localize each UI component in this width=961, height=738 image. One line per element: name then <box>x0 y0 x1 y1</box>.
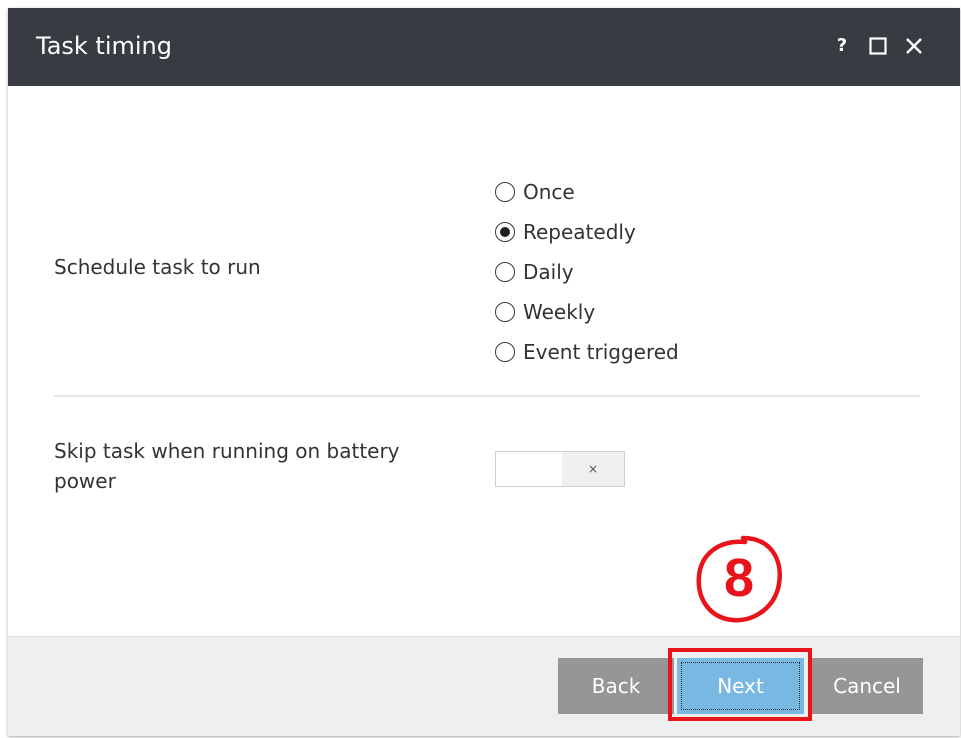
title-bar: Task timing ? <box>8 8 960 86</box>
back-button[interactable]: Back <box>558 658 674 714</box>
step-circle-icon <box>696 535 782 623</box>
radio-button-icon[interactable] <box>495 302 515 322</box>
battery-skip-toggle[interactable]: × <box>495 451 625 487</box>
step-number: 8 <box>723 548 755 608</box>
radio-button-icon[interactable] <box>495 342 515 362</box>
radio-once[interactable]: Once <box>495 172 679 212</box>
radio-label: Event triggered <box>523 340 679 364</box>
radio-weekly[interactable]: Weekly <box>495 292 679 332</box>
section-divider <box>54 395 920 397</box>
dialog-title: Task timing <box>36 32 172 60</box>
toggle-off-icon: × <box>562 452 624 486</box>
radio-label: Repeatedly <box>523 220 636 244</box>
schedule-radio-group: Once Repeatedly Daily Weekly Event trigg… <box>495 172 679 372</box>
radio-button-icon[interactable] <box>495 182 515 202</box>
next-button[interactable]: Next <box>677 658 804 714</box>
battery-skip-label: Skip task when running on battery power <box>54 439 400 493</box>
maximize-button[interactable] <box>862 30 894 62</box>
radio-button-checked-icon[interactable] <box>495 222 515 242</box>
radio-event-triggered[interactable]: Event triggered <box>495 332 679 372</box>
help-button[interactable]: ? <box>826 30 858 62</box>
radio-label: Once <box>523 180 575 204</box>
schedule-label: Schedule task to run <box>54 255 261 279</box>
radio-daily[interactable]: Daily <box>495 252 679 292</box>
cancel-button[interactable]: Cancel <box>811 658 923 714</box>
radio-repeatedly[interactable]: Repeatedly <box>495 212 679 252</box>
close-icon <box>906 38 922 54</box>
maximize-icon <box>869 37 887 55</box>
radio-label: Daily <box>523 260 574 284</box>
radio-button-icon[interactable] <box>495 262 515 282</box>
task-timing-dialog: Task timing ? Schedule task to run Once … <box>8 8 960 736</box>
radio-label: Weekly <box>523 300 596 324</box>
close-button[interactable] <box>898 30 930 62</box>
